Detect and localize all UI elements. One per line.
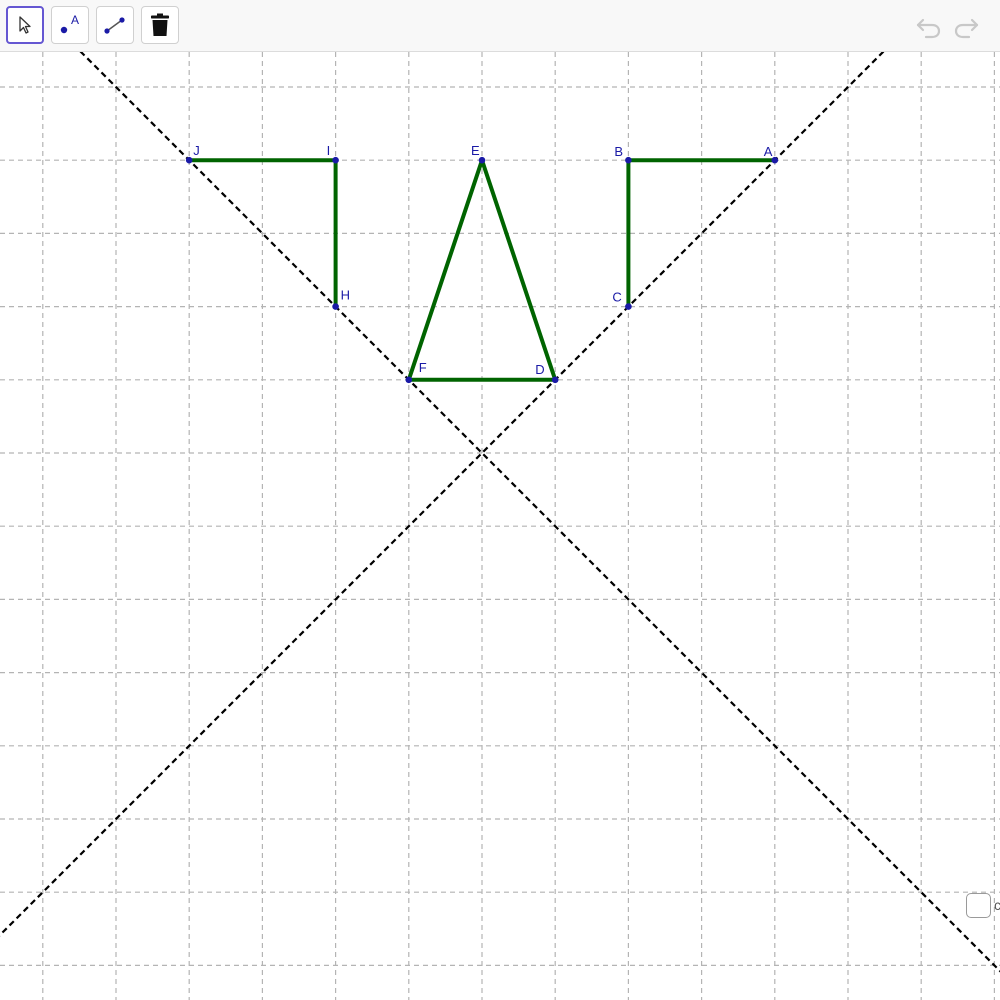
point-label-I: I [327,143,331,158]
point-tool-button[interactable]: A [51,6,89,44]
segment-EF[interactable] [406,158,484,382]
point-label-B: B [614,144,623,159]
redo-icon [954,18,979,39]
point-label-E: E [471,143,480,158]
undo-icon [916,18,941,39]
point-label-F: F [419,360,427,375]
toolbar: A [0,0,1000,52]
move-arrow-icon [19,16,31,34]
graphics-canvas[interactable]: A B C D E F H I J [0,52,1000,1000]
point-label-D: D [535,362,544,377]
point-H[interactable] [332,303,339,310]
segment-ED[interactable] [480,158,558,382]
point-labels: A B C D E F H I J [193,143,773,377]
checkbox-caption: c [994,897,1000,913]
point-B[interactable] [625,156,632,164]
point-A[interactable] [771,156,779,164]
point-C[interactable] [625,303,632,310]
point-I[interactable] [332,156,339,164]
point-J[interactable] [185,156,193,164]
checkbox[interactable] [966,893,991,918]
point-E[interactable] [478,156,486,164]
point-D[interactable] [551,376,559,384]
geogebra-app: A A B C D E F H I J c [0,0,1000,1000]
point-F[interactable] [405,376,413,384]
point-label-A: A [764,144,773,159]
undo-button[interactable] [914,12,944,42]
point-tool-label: A [71,13,79,27]
point-label-H: H [341,288,350,303]
redo-button[interactable] [951,12,981,42]
point-label-C: C [612,290,621,305]
segment-icon [104,17,125,34]
point-icon: A [60,13,79,34]
move-tool-button[interactable] [6,6,44,44]
grid [0,52,1000,1000]
point-label-J: J [193,143,200,158]
graphics-view[interactable]: A B C D E F H I J [0,52,1000,1000]
trash-icon [151,13,169,36]
segment-tool-button[interactable] [96,6,134,44]
delete-tool-button[interactable] [141,6,179,44]
